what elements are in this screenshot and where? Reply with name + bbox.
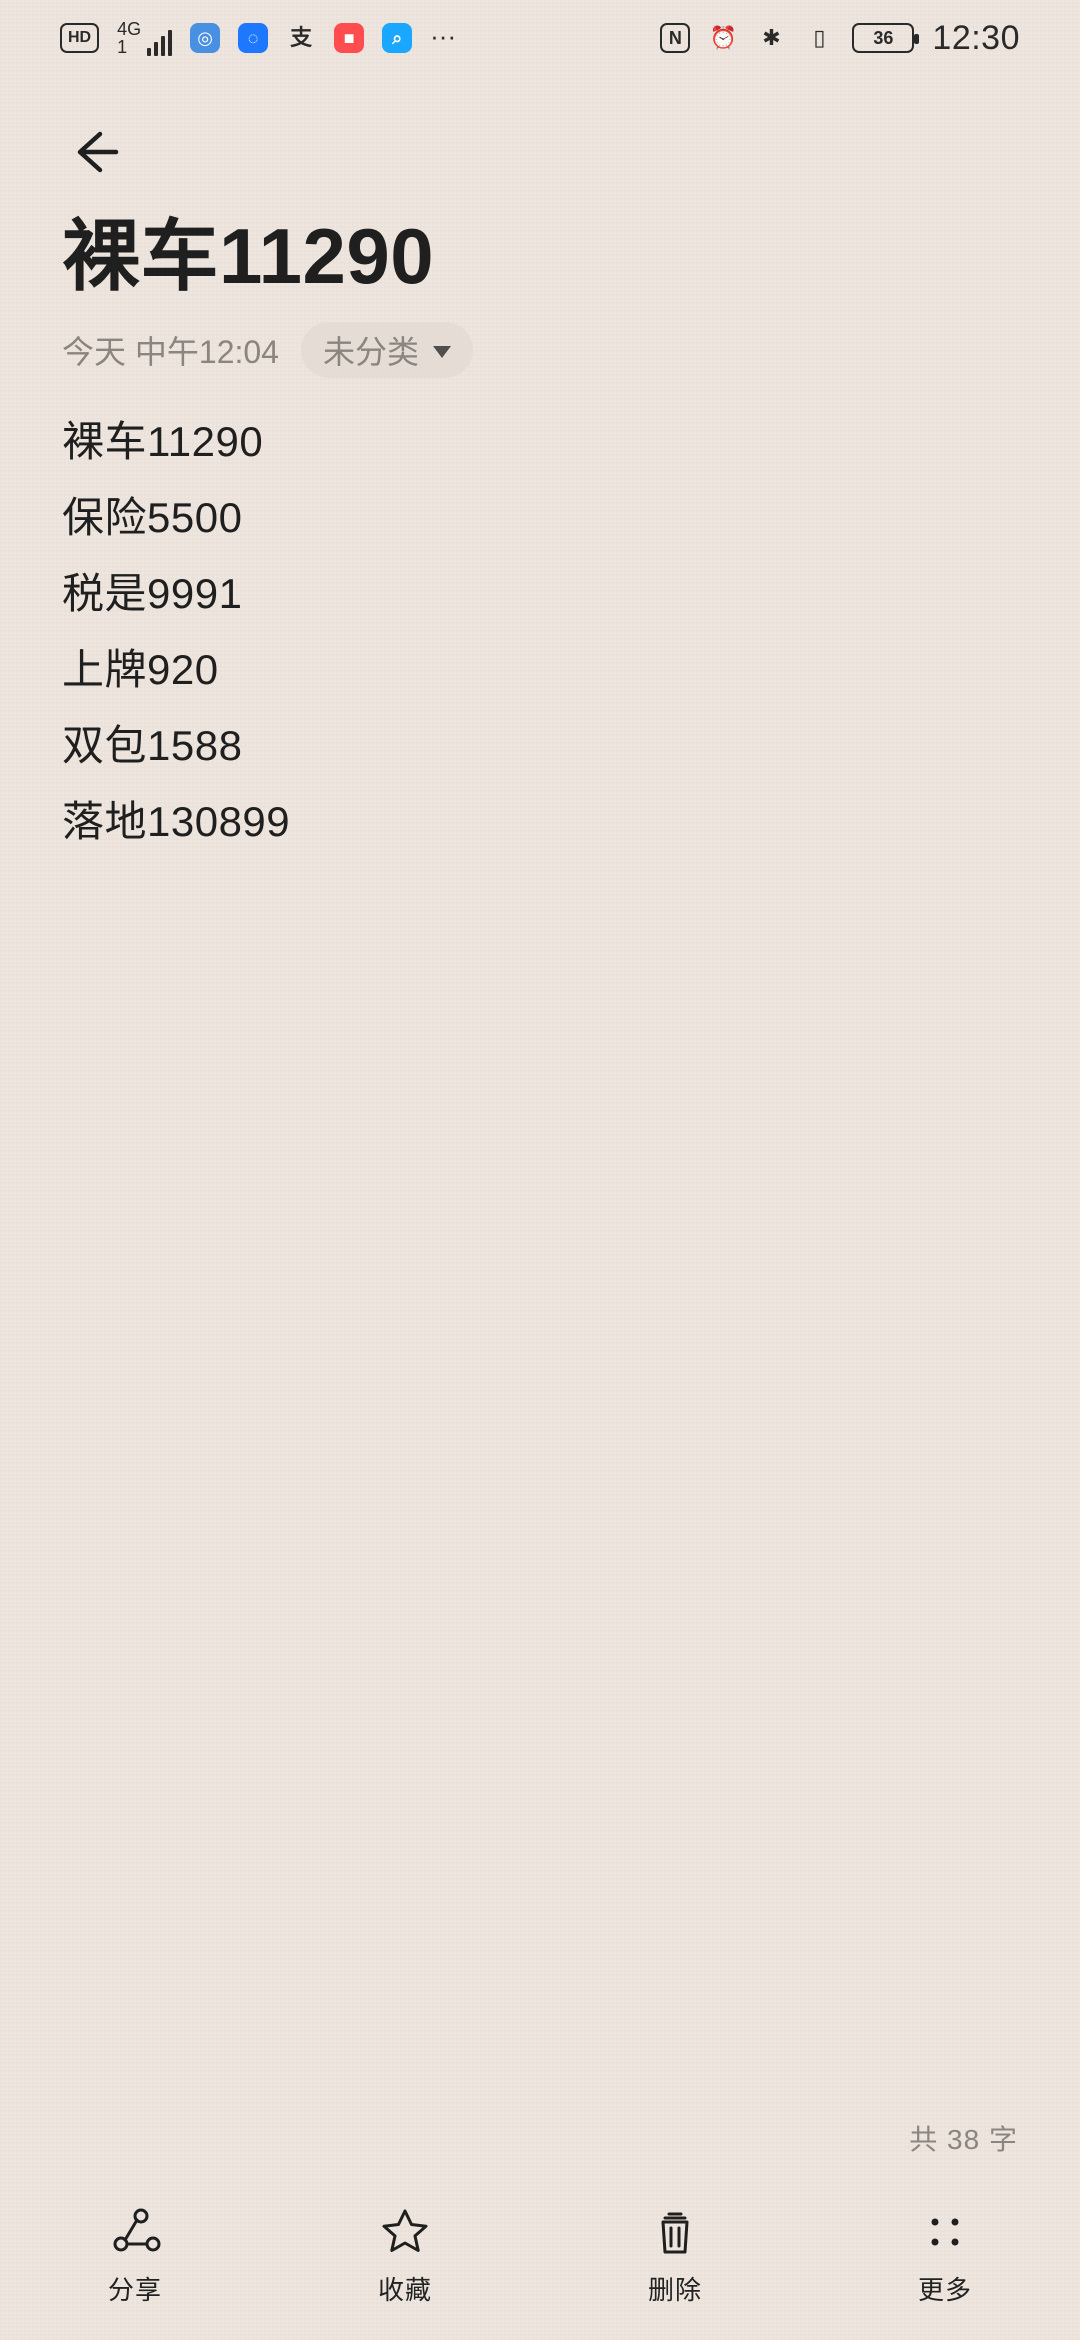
clock: 12:30 <box>932 18 1020 57</box>
note-line: 双包1588 <box>62 722 243 769</box>
network-indicator: 4G 1 <box>117 19 173 57</box>
character-count: 共 38 字 <box>909 2124 1018 2155</box>
note-meta: 今天 中午12:04 未分类 <box>62 322 473 378</box>
back-arrow-icon <box>77 131 119 173</box>
more-icon <box>931 2218 959 2246</box>
more-notifications-icon: ··· <box>430 21 457 51</box>
note-line: 税是9991 <box>62 570 243 617</box>
more-button[interactable]: 更多 <box>845 2204 1045 2307</box>
delete-button[interactable]: 删除 <box>575 2204 775 2307</box>
red-app-icon: ■ <box>334 23 365 53</box>
note-line: 落地130899 <box>62 798 291 845</box>
search-app-icon: ⌕ <box>382 23 413 53</box>
browser-icon: ◎ <box>190 23 221 53</box>
note-line: 上牌920 <box>62 646 219 693</box>
category-dropdown[interactable]: 未分类 <box>300 322 473 378</box>
note-time: 今天 中午12:04 <box>62 334 279 370</box>
alipay-icon: 支 <box>290 25 313 50</box>
note-line: 保险5500 <box>62 494 243 541</box>
note-title: 裸车11290 <box>62 212 435 300</box>
network-label: 4G <box>117 19 142 39</box>
alarm-icon: ⏰ <box>709 25 738 50</box>
note-content[interactable]: 裸车11290 保险5500 税是9991 上牌920 双包1588 落地130… <box>62 414 1022 850</box>
nfc-icon: N <box>660 23 691 53</box>
hd-badge: HD <box>60 23 100 53</box>
star-icon <box>382 2209 428 2252</box>
favorite-label: 收藏 <box>377 2275 432 2305</box>
favorite-button[interactable]: 收藏 <box>305 2204 505 2307</box>
signal-bars-icon <box>147 26 173 56</box>
delete-label: 删除 <box>647 2275 702 2305</box>
status-bar: HD 4G 1 ◎ ◌ 支 ■ ⌕ ··· N ⏰ ✱ ▯ 36 12:30 <box>0 0 1080 76</box>
network-sub: 1 <box>117 37 128 57</box>
bottom-toolbar: 分享 收藏 删除 更多 <box>0 2170 1080 2340</box>
category-label: 未分类 <box>322 334 419 370</box>
back-button[interactable] <box>60 116 132 188</box>
share-label: 分享 <box>107 2275 162 2305</box>
share-button[interactable]: 分享 <box>35 2204 235 2307</box>
battery-icon: 36 <box>852 23 920 53</box>
share-icon <box>113 2208 161 2252</box>
trash-icon <box>661 2212 689 2254</box>
status-right: N ⏰ ✱ ▯ 36 12:30 <box>660 19 1020 58</box>
bluetooth-icon: ✱ <box>762 25 781 50</box>
battery-level: 36 <box>873 27 894 48</box>
vibrate-icon: ▯ <box>813 25 826 50</box>
status-left: HD 4G 1 ◎ ◌ 支 ■ ⌕ ··· <box>60 20 456 56</box>
chevron-down-icon <box>433 346 451 358</box>
bulb-icon: ◌ <box>238 23 269 53</box>
more-label: 更多 <box>917 2275 972 2305</box>
note-line: 裸车11290 <box>62 418 264 465</box>
